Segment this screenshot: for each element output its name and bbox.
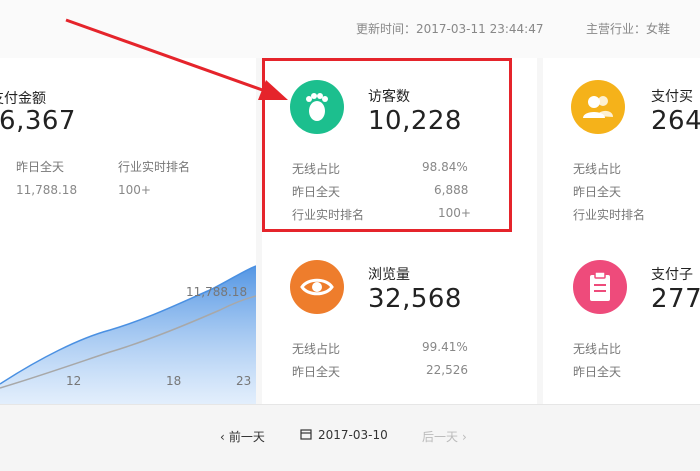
eye-icon (290, 260, 344, 314)
pay-amount-panel[interactable]: 支付金额 16,367 昨日全天 行业实时排名 11,788.18 100+ 1… (0, 58, 256, 404)
highlight-box (262, 58, 512, 232)
pay-buyers-value: 264 (651, 106, 700, 136)
calendar-icon (300, 429, 312, 440)
industry-label: 主营行业： (586, 22, 647, 36)
pageviews-wireless-label: 无线占比 (292, 342, 341, 356)
update-time-label: 更新时间： (356, 22, 417, 36)
pay-buyers-rank-label: 行业实时排名 (573, 208, 646, 222)
main-industry: 主营行业：女鞋 (586, 20, 670, 37)
pay-orders-title: 支付子 (651, 267, 693, 283)
pay-orders-card[interactable]: 支付子 277 无线占比 昨日全天 (543, 238, 700, 404)
next-day-label: 后一天 (422, 430, 459, 444)
pageviews-title: 浏览量 (368, 267, 410, 283)
chevron-right-icon: › (462, 430, 467, 444)
x-tick-18: 18 (166, 374, 182, 388)
date-picker[interactable]: 2017-03-10 (300, 428, 388, 442)
pay-orders-wireless-label: 无线占比 (573, 342, 622, 356)
pay-orders-value: 277 (651, 284, 700, 314)
x-tick-12: 12 (66, 374, 82, 388)
pay-buyers-yesterday-label: 昨日全天 (573, 185, 622, 199)
pageviews-value: 32,568 (368, 284, 462, 314)
update-time: 更新时间：2017-03-11 23:44:47 (356, 20, 543, 37)
pay-orders-yesterday-label: 昨日全天 (573, 365, 622, 379)
date-value: 2017-03-10 (318, 428, 388, 442)
industry-value: 女鞋 (646, 22, 671, 36)
trend-chart (0, 265, 256, 404)
prev-day-label: 前一天 (228, 430, 265, 444)
prev-day-button[interactable]: ‹ 前一天 (220, 428, 265, 445)
pay-buyers-title: 支付买 (651, 89, 693, 105)
update-time-value: 2017-03-11 23:44:47 (416, 22, 544, 36)
x-tick-23: 23 (236, 374, 252, 388)
chevron-left-icon: ‹ (220, 430, 225, 444)
users-icon (571, 80, 625, 134)
pay-buyers-card[interactable]: 支付买 264 无线占比 昨日全天 行业实时排名 (543, 58, 700, 238)
pageviews-yesterday-value: 22,526 (426, 363, 468, 377)
pay-buyers-wireless-label: 无线占比 (573, 162, 622, 176)
clipboard-icon (573, 260, 627, 314)
chart-annotation: 11,788.18 (186, 285, 248, 299)
pageviews-card[interactable]: 浏览量 32,568 无线占比 99.41% 昨日全天 22,526 (262, 238, 537, 404)
pageviews-wireless-value: 99.41% (422, 340, 468, 354)
next-day-button[interactable]: 后一天 › (422, 428, 467, 445)
pageviews-yesterday-label: 昨日全天 (292, 365, 341, 379)
